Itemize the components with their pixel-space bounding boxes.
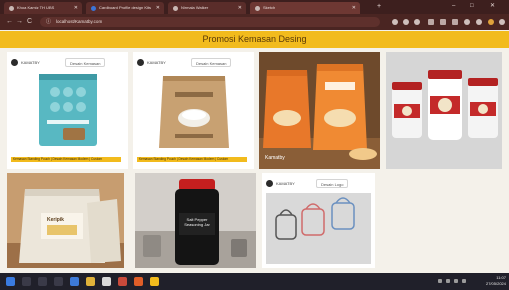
tab-title: Cardboard Profile design Kits — [99, 5, 152, 10]
favicon-icon — [91, 5, 96, 11]
close-tab-icon[interactable]: ✕ — [352, 2, 356, 14]
page-title: Promosi Kemasan Desing — [202, 34, 307, 44]
store-icon[interactable] — [102, 277, 111, 286]
favicon-icon — [173, 5, 178, 11]
volume-icon[interactable] — [454, 279, 458, 283]
app-icon[interactable] — [134, 277, 143, 286]
profile-avatar[interactable] — [488, 19, 494, 25]
widgets-icon[interactable] — [54, 277, 63, 286]
puzzle-icon[interactable] — [464, 19, 470, 25]
star-icon[interactable] — [392, 19, 398, 25]
clear-pouch-image — [7, 173, 124, 268]
edge-icon[interactable] — [70, 277, 79, 286]
search-icon[interactable] — [22, 277, 31, 286]
close-tab-icon[interactable]: ✕ — [74, 2, 78, 14]
file-explorer-icon[interactable] — [86, 277, 95, 286]
product-card[interactable]: KAMATBY Desain Kemasan Kemasan Standing … — [133, 52, 254, 169]
new-tab-button[interactable]: + — [377, 2, 381, 12]
menu-icon[interactable] — [499, 19, 505, 25]
address-bar[interactable]: ⓘ localhost/Kamatby.com — [40, 17, 380, 27]
logo-mockup-image — [266, 193, 371, 264]
kraft-pouch-image — [159, 76, 229, 148]
tab-title: Sketch — [263, 5, 276, 10]
os-taskbar: 11:07 27/05/2024 — [0, 273, 509, 290]
orange-pouches-image — [259, 52, 380, 169]
tab-title: Nirmala Walker — [181, 5, 209, 10]
product-card[interactable] — [386, 52, 502, 169]
url-text: localhost/Kamatby.com — [56, 19, 103, 24]
translate-icon[interactable] — [414, 19, 420, 25]
close-tab-icon[interactable]: ✕ — [156, 2, 160, 14]
product-card[interactable]: Salt Pepper Seasoning Jar — [135, 173, 256, 268]
back-button[interactable]: ← — [6, 17, 13, 27]
card-footer-bar: Kemasan Standing Pouch | Desain Kemasan … — [137, 157, 247, 162]
card-footer-bar: Kemasan Standing Pouch | Desain Kemasan … — [11, 157, 121, 162]
product-card[interactable]: KAMATBY Desain Kemasan Kemasan Standing … — [7, 52, 128, 169]
minimize-button[interactable]: – — [452, 1, 455, 11]
info-icon: ⓘ — [46, 19, 52, 25]
share-icon[interactable] — [403, 19, 409, 25]
clock[interactable]: 11:07 27/05/2024 — [476, 275, 506, 287]
browser-toolbar: ← → C ⓘ localhost/Kamatby.com — [0, 14, 509, 30]
product-card[interactable]: Kamatby — [259, 52, 380, 169]
battery-icon[interactable] — [462, 279, 466, 283]
image-label: Salt Pepper Seasoning Jar — [184, 217, 210, 227]
clock-date: 27/05/2024 — [485, 281, 506, 286]
page-banner: Promosi Kemasan Desing — [0, 31, 509, 48]
forward-button[interactable]: → — [16, 17, 23, 27]
reload-button[interactable]: C — [27, 17, 32, 27]
jars-image — [386, 52, 502, 169]
extension-icon[interactable] — [440, 19, 446, 25]
image-label: Kamatby — [265, 155, 285, 161]
tab-2[interactable]: Cardboard Profile design Kits ✕ — [86, 2, 164, 14]
download-icon[interactable] — [476, 19, 482, 25]
maximize-button[interactable]: □ — [470, 1, 474, 11]
windows-start-icon[interactable] — [6, 277, 15, 286]
wifi-icon[interactable] — [446, 279, 450, 283]
favicon-icon — [9, 5, 14, 11]
image-label: Keripik — [47, 217, 64, 223]
chrome-icon[interactable] — [150, 277, 159, 286]
extension-icon[interactable] — [452, 19, 458, 25]
task-view-icon[interactable] — [38, 277, 47, 286]
product-card[interactable]: Keripik — [7, 173, 124, 268]
product-card[interactable]: KAMATBY Desain Logo — [262, 173, 375, 268]
tab-title: Khoa Kamiz TH UBS — [17, 5, 55, 10]
app-icon[interactable] — [118, 277, 127, 286]
tab-3[interactable]: Nirmala Walker ✕ — [168, 2, 246, 14]
close-tab-icon[interactable]: ✕ — [238, 2, 242, 14]
close-window-button[interactable]: ✕ — [490, 1, 495, 11]
tab-bar: Khoa Kamiz TH UBS ✕ Cardboard Profile de… — [0, 0, 509, 14]
extension-icon[interactable] — [428, 19, 434, 25]
favicon-icon — [255, 5, 260, 11]
tab-4-active[interactable]: Sketch ✕ — [250, 2, 360, 14]
tab-1[interactable]: Khoa Kamiz TH UBS ✕ — [4, 2, 82, 14]
tray-icon[interactable] — [438, 279, 442, 283]
pouch-image — [39, 74, 97, 146]
